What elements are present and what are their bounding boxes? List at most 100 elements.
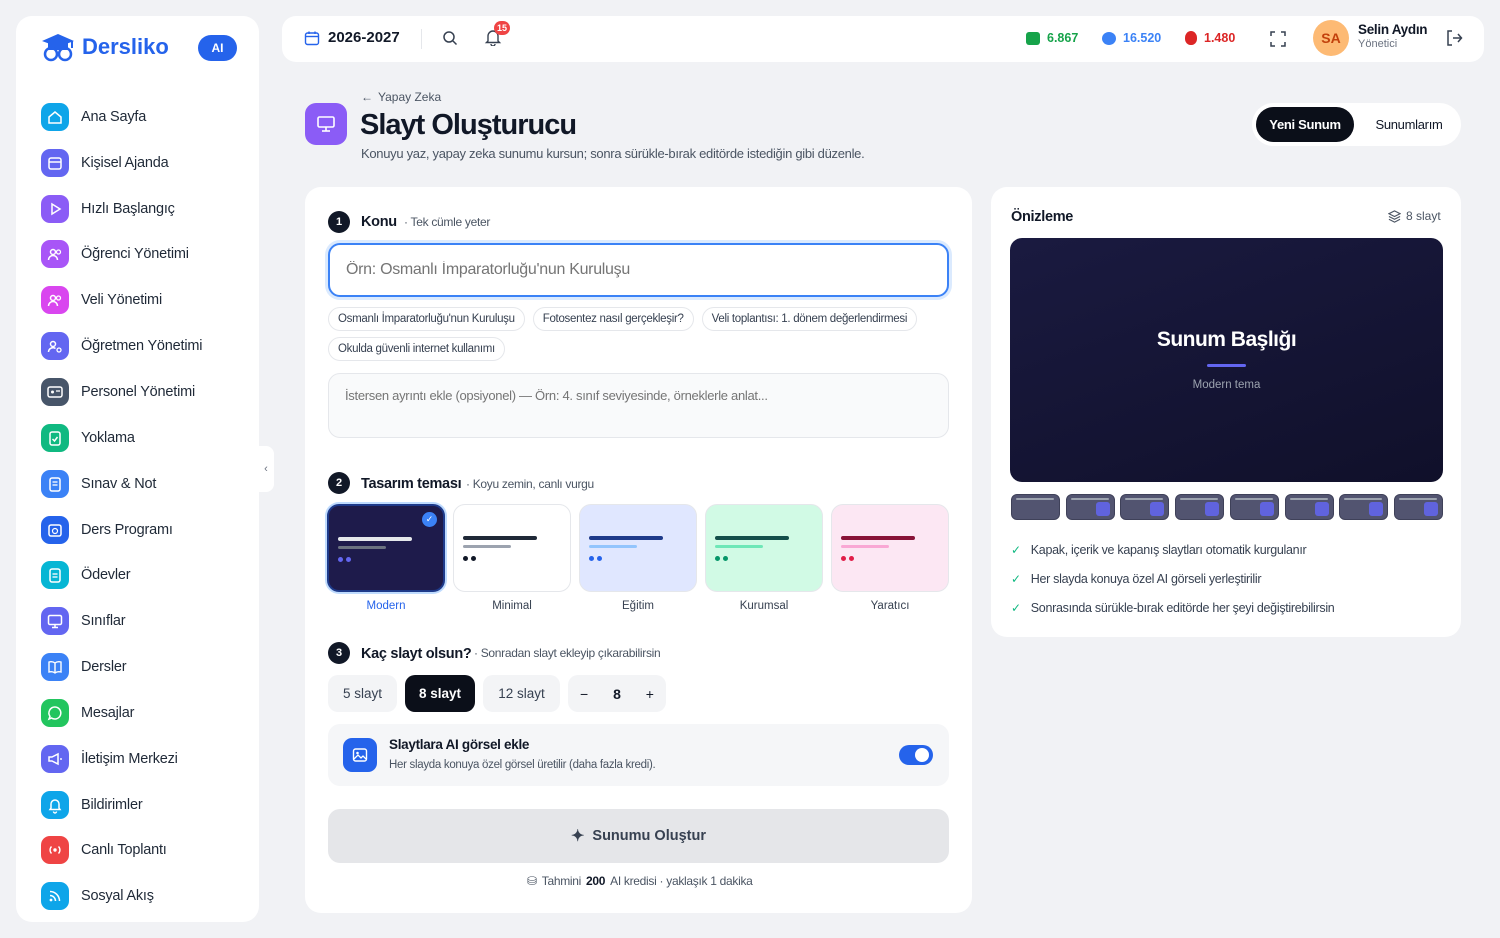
- stepper-value[interactable]: 8: [613, 686, 621, 702]
- fullscreen-icon[interactable]: [1269, 30, 1287, 48]
- image-icon: [343, 738, 377, 772]
- user-role: Yönetici: [1358, 38, 1398, 50]
- exam-icon: [41, 469, 69, 498]
- theme-card-minimal[interactable]: [453, 504, 571, 592]
- fire-icon: [1185, 31, 1197, 45]
- slide-count-option[interactable]: 12 slayt: [483, 675, 560, 712]
- theme-card-corporate[interactable]: [705, 504, 823, 592]
- plus-button[interactable]: +: [646, 686, 654, 702]
- sidebar-item-label: Mesajlar: [81, 704, 135, 721]
- step-number: 1: [328, 211, 350, 233]
- sidebar-item[interactable]: Dersler: [41, 644, 251, 690]
- theme-card-education[interactable]: [579, 504, 697, 592]
- sparkle-icon: ✦: [571, 828, 585, 845]
- topic-input[interactable]: [328, 243, 949, 297]
- slide-count-label: 8 slayt: [1388, 209, 1441, 223]
- sidebar-item-label: Ödevler: [81, 567, 131, 584]
- sidebar-item[interactable]: Sınıflar: [41, 598, 251, 644]
- slide-count-option[interactable]: 5 slayt: [328, 675, 397, 712]
- sidebar-item[interactable]: Sınav & Not: [41, 461, 251, 507]
- slide-thumbnail[interactable]: [1120, 494, 1170, 520]
- sidebar-item[interactable]: Ders Programı: [41, 507, 251, 553]
- suggestion-chip[interactable]: Veli toplantısı: 1. dönem değerlendirmes…: [701, 307, 918, 331]
- sidebar-item-label: Kişisel Ajanda: [81, 154, 169, 171]
- slide-count-stepper: − 8 +: [568, 675, 666, 712]
- book-icon: [41, 653, 69, 682]
- sidebar-item[interactable]: Ödevler: [41, 552, 251, 598]
- stat-value: 6.867: [1047, 31, 1079, 45]
- users-icon: [41, 286, 69, 315]
- create-presentation-button[interactable]: ✦ Sunumu Oluştur: [328, 809, 949, 863]
- credit-stat-red[interactable]: 1.480: [1185, 31, 1235, 45]
- breadcrumb-link: Yapay Zeka: [378, 90, 442, 104]
- sidebar-item[interactable]: Canlı Toplantı: [41, 828, 251, 874]
- slide-count-option-selected[interactable]: 8 slayt: [405, 675, 475, 712]
- ai-image-option: Slaytlara AI görsel ekle Her slayda konu…: [328, 724, 949, 786]
- sidebar-item[interactable]: Kişisel Ajanda: [41, 140, 251, 186]
- cost-amount: 200: [586, 874, 606, 888]
- chat-icon: [41, 698, 69, 727]
- stat-value: 1.480: [1204, 31, 1236, 45]
- slide-thumbnail[interactable]: [1011, 494, 1060, 520]
- detail-textarea[interactable]: [328, 373, 949, 438]
- academic-year-selector[interactable]: 2026-2027: [304, 29, 400, 46]
- sidebar-item[interactable]: Öğretmen Yönetimi: [41, 323, 251, 369]
- check-icon: ✓: [1011, 543, 1021, 557]
- cost-suffix: AI kredisi · yaklaşık 1 dakika: [610, 874, 753, 888]
- sidebar-item[interactable]: Personel Yönetimi: [41, 369, 251, 415]
- logout-icon[interactable]: [1445, 29, 1463, 47]
- slide-thumbnail[interactable]: [1229, 494, 1279, 520]
- suggestion-chip[interactable]: Fotosentez nasıl gerçekleşir?: [532, 307, 694, 331]
- slide-thumbnail[interactable]: [1393, 494, 1443, 520]
- sidebar: Dersliko AI Ana Sayfa Kişisel Ajanda Hızlı…: [16, 16, 259, 922]
- credit-stat-green[interactable]: 6.867: [1026, 31, 1078, 45]
- tab-my-presentations[interactable]: Sunumlarım: [1362, 107, 1456, 142]
- page-icon: [305, 103, 347, 145]
- slide-subtitle: Modern tema: [1192, 379, 1261, 391]
- sidebar-item-label: Canlı Toplantı: [81, 842, 167, 859]
- sidebar-item[interactable]: Hızlı Başlangıç: [41, 186, 251, 232]
- theme-label: Modern: [366, 600, 406, 612]
- sidebar-item[interactable]: Sosyal Akış: [41, 873, 251, 919]
- section-title: Kaç slayt olsun?: [361, 646, 472, 662]
- breadcrumb[interactable]: ← Yapay Zeka: [361, 90, 441, 104]
- sidebar-item[interactable]: Mesajlar: [41, 690, 251, 736]
- sidebar-item[interactable]: Yoklama: [41, 415, 251, 461]
- ai-badge[interactable]: AI: [198, 35, 237, 61]
- arrow-left-icon: ←: [361, 90, 373, 104]
- sidebar-item-label: Bildirimler: [81, 796, 143, 813]
- users-icon: [41, 240, 69, 269]
- check-icon: ✓: [1011, 601, 1021, 615]
- theme-card-creative[interactable]: [831, 504, 949, 592]
- sidebar-item-label: Personel Yönetimi: [81, 383, 196, 400]
- calendar-icon: [304, 31, 320, 45]
- ai-image-toggle[interactable]: [899, 745, 933, 765]
- page-title: Slayt Oluşturucu: [360, 109, 577, 141]
- theme-card-modern[interactable]: ✓: [327, 504, 445, 592]
- minus-button[interactable]: −: [580, 686, 588, 702]
- slide-thumbnail[interactable]: [1339, 494, 1389, 520]
- sidebar-item[interactable]: İletişim Merkezi: [41, 736, 251, 782]
- chevron-left-icon: ‹: [264, 463, 268, 475]
- slide-thumbnail[interactable]: [1175, 494, 1225, 520]
- sidebar-collapse-button[interactable]: ‹: [258, 446, 274, 492]
- user-info[interactable]: Selin Aydın Yönetici: [1358, 22, 1428, 50]
- search-icon[interactable]: [442, 30, 458, 46]
- sidebar-item[interactable]: Bildirimler: [41, 782, 251, 828]
- logo[interactable]: Dersliko: [38, 32, 169, 62]
- tab-new-presentation[interactable]: Yeni Sunum: [1256, 107, 1354, 142]
- step-number: 2: [328, 472, 350, 494]
- view-tabs: Yeni Sunum Sunumlarım: [1252, 103, 1461, 146]
- suggestion-chip[interactable]: Okulda güvenli internet kullanımı: [328, 337, 505, 361]
- sidebar-item[interactable]: Öğrenci Yönetimi: [41, 232, 251, 278]
- presentation-icon: [317, 116, 335, 132]
- sidebar-item[interactable]: Veli Yönetimi: [41, 277, 251, 323]
- suggestion-chip[interactable]: Osmanlı İmparatorluğu'nun Kuruluşu: [328, 307, 525, 331]
- check-icon: ✓: [422, 512, 437, 527]
- credit-stat-blue[interactable]: 16.520: [1102, 31, 1161, 45]
- avatar[interactable]: SA: [1313, 20, 1349, 56]
- slide-thumbnail[interactable]: [1065, 494, 1115, 520]
- sidebar-item[interactable]: Ana Sayfa: [41, 94, 251, 140]
- notifications-button[interactable]: 15: [484, 21, 510, 51]
- slide-thumbnail[interactable]: [1284, 494, 1334, 520]
